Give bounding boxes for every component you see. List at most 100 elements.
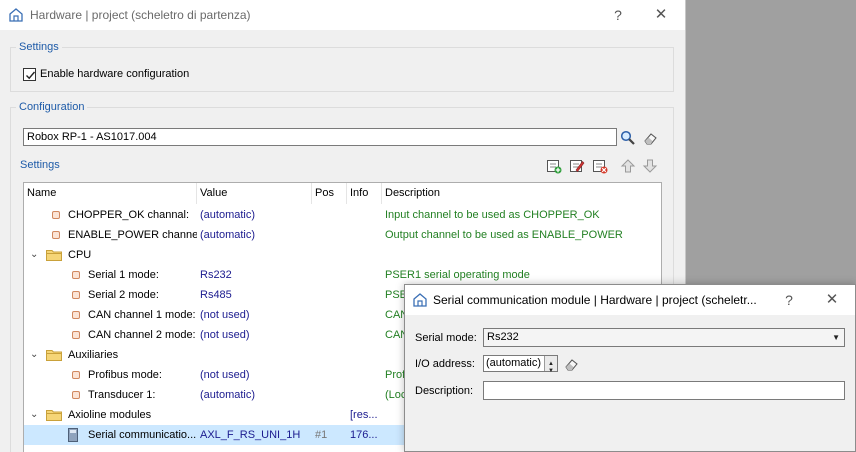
cell-info <box>350 365 380 385</box>
cell-desc: Input channel to be used as CHOPPER_OK <box>385 209 600 221</box>
app-icon <box>413 293 427 307</box>
cell-value[interactable]: (automatic) <box>200 205 310 225</box>
setting-bullet-icon <box>52 231 60 239</box>
cell-pos <box>315 245 345 265</box>
enable-hardware-label[interactable]: Enable hardware configuration <box>40 68 189 80</box>
table-row[interactable]: CHOPPER_OK channal: (automatic) Input chan… <box>24 205 661 225</box>
cell-info <box>350 205 380 225</box>
settings-group-label: Settings <box>16 41 62 53</box>
serial-mode-select[interactable]: Rs232 ▼ <box>483 328 845 347</box>
cell-info <box>350 245 380 265</box>
cell-value[interactable]: (not used) <box>200 365 310 385</box>
folder-icon <box>46 410 62 421</box>
setting-bullet-icon <box>72 391 80 399</box>
cell-pos <box>315 325 345 345</box>
cell-desc: Output channel to be used as ENABLE_POWE… <box>385 229 623 241</box>
cell-value[interactable] <box>200 245 310 265</box>
add-item-icon[interactable] <box>546 158 562 174</box>
cell-pos <box>315 265 345 285</box>
cell-pos <box>315 385 345 405</box>
cell-value[interactable]: (not used) <box>200 305 310 325</box>
chevron-down-icon[interactable]: ⌄ <box>30 345 38 365</box>
cell-name: Profibus mode: <box>88 369 162 381</box>
cell-value[interactable]: (automatic) <box>200 385 310 405</box>
description-field[interactable] <box>483 381 845 400</box>
cell-value[interactable] <box>200 345 310 365</box>
dialog-close-button[interactable]: ✕ <box>821 290 843 310</box>
chevron-down-icon[interactable]: ⌄ <box>30 245 38 265</box>
column-header-info[interactable]: Info <box>347 183 382 204</box>
cell-value[interactable]: (automatic) <box>200 225 310 245</box>
setting-bullet-icon <box>52 211 60 219</box>
table-row[interactable]: Serial 1 mode: Rs232 PSER1 serial operatin… <box>24 265 661 285</box>
dialog-title: Serial communication module | Hardware |… <box>433 293 757 307</box>
io-address-spinner[interactable]: (automatic) ▲ ▼ <box>483 355 558 374</box>
remove-item-icon[interactable] <box>592 158 608 174</box>
dialog-help-button[interactable]: ? <box>779 290 799 310</box>
folder-icon <box>46 350 62 361</box>
serial-mode-label: Serial mode: <box>415 332 477 344</box>
io-address-value: (automatic) <box>486 357 542 369</box>
cell-value[interactable] <box>200 405 310 425</box>
eraser-icon[interactable] <box>642 130 658 146</box>
table-row[interactable]: ENABLE_POWER channel: (automatic) Output c… <box>24 225 661 245</box>
cell-value[interactable]: Rs485 <box>200 285 310 305</box>
cell-name: CAN channel 2 mode: <box>88 329 196 341</box>
device-field[interactable]: Robox RP-1 - AS1017.004 <box>23 128 617 146</box>
column-header-value[interactable]: Value <box>197 183 312 204</box>
cell-value[interactable]: Rs232 <box>200 265 310 285</box>
setting-bullet-icon <box>72 371 80 379</box>
column-header-pos[interactable]: Pos <box>312 183 347 204</box>
cell-pos <box>315 365 345 385</box>
help-button[interactable]: ? <box>608 5 628 25</box>
cell-info <box>350 225 380 245</box>
cell-pos <box>315 225 345 245</box>
grid-header: Name Value Pos Info Description <box>24 183 661 204</box>
cell-name: Serial 1 mode: <box>88 269 159 281</box>
module-icon <box>68 428 78 442</box>
enable-hardware-checkbox[interactable] <box>23 68 36 81</box>
cell-pos <box>315 285 345 305</box>
dialog-titlebar: Serial communication module | Hardware |… <box>405 285 855 315</box>
cell-desc <box>385 245 660 265</box>
column-header-name[interactable]: Name <box>24 183 197 204</box>
tree-folder-row[interactable]: ⌄ CPU <box>24 245 661 265</box>
cell-name: Transducer 1: <box>88 389 156 401</box>
cell-value[interactable]: (not used) <box>200 325 310 345</box>
search-icon[interactable] <box>620 130 636 146</box>
settings-subheading: Settings <box>20 159 60 171</box>
app-icon <box>9 8 23 22</box>
spinner-buttons[interactable]: ▲ ▼ <box>544 356 557 374</box>
cell-info <box>350 385 380 405</box>
cell-name: CAN channel 1 mode: <box>88 309 196 321</box>
cell-name: Serial 2 mode: <box>88 289 159 301</box>
cell-info <box>350 305 380 325</box>
configuration-group-label: Configuration <box>16 101 88 113</box>
cell-value[interactable]: AXL_F_RS_UNI_1H <box>200 425 310 445</box>
spin-down-icon[interactable]: ▼ <box>548 364 554 379</box>
move-down-icon[interactable] <box>642 158 658 174</box>
column-header-description[interactable]: Description <box>382 183 661 204</box>
cell-info <box>350 325 380 345</box>
window-titlebar: Hardware | project (scheletro di partenz… <box>0 0 685 30</box>
cell-info <box>350 265 380 285</box>
io-address-label: I/O address: <box>415 358 475 370</box>
window-title: Hardware | project (scheletro di partenz… <box>30 8 251 22</box>
checkmark-icon <box>26 71 36 80</box>
cell-pos <box>315 205 345 225</box>
edit-item-icon[interactable] <box>569 158 585 174</box>
cell-pos <box>315 345 345 365</box>
setting-bullet-icon <box>72 311 80 319</box>
chevron-down-icon[interactable]: ⌄ <box>30 405 38 425</box>
cell-info <box>350 345 380 365</box>
cell-info: [res... <box>350 409 378 421</box>
cell-pos: #1 <box>315 429 328 441</box>
cell-pos <box>315 405 345 425</box>
description-label: Description: <box>415 385 474 397</box>
cell-desc: PSER1 serial operating mode <box>385 269 530 281</box>
eraser-icon[interactable] <box>563 356 579 372</box>
folder-icon <box>46 250 62 261</box>
move-up-icon[interactable] <box>620 158 636 174</box>
close-button[interactable]: ✕ <box>650 5 672 25</box>
cell-info: 176... <box>350 429 378 441</box>
